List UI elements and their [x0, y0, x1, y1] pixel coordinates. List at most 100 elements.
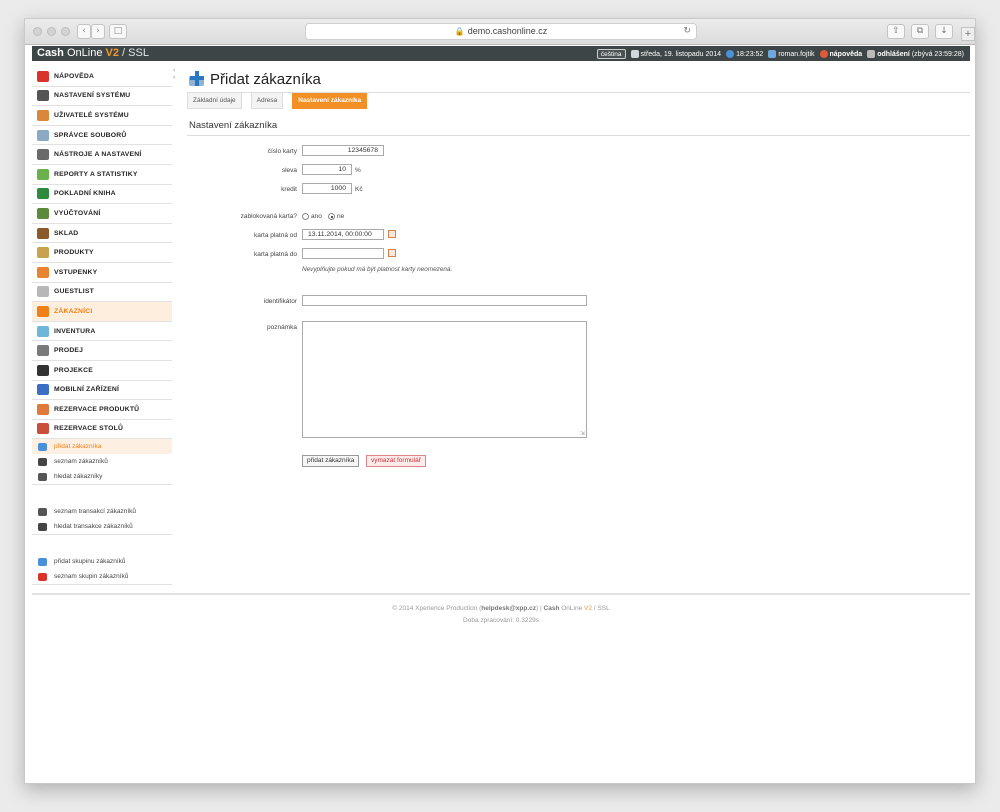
sidebar-item-label: PRODEJ: [54, 347, 84, 355]
tab-bar: Základní údaje Adresa Nastavení zákazník…: [187, 93, 970, 109]
sidebar-item-9[interactable]: PRODUKTY: [32, 243, 172, 263]
valid-from-input[interactable]: 13.11.2014, 00:00:00: [302, 229, 384, 240]
sidebar-item-11[interactable]: GUESTLIST: [32, 283, 172, 303]
sidebar-item-4[interactable]: NÁSTROJE A NASTAVENÍ: [32, 145, 172, 165]
sidebar-item-6[interactable]: POKLADNÍ KNIHA: [32, 185, 172, 205]
sidebar-item-12[interactable]: ZÁKAZNÍCI: [32, 302, 172, 322]
radio-circle: [302, 213, 309, 220]
submenu-item[interactable]: seznam transakcí zákazníků: [32, 504, 172, 519]
language-select[interactable]: čeština: [596, 48, 626, 59]
note-textarea[interactable]: ⇲: [302, 321, 587, 438]
collapse-sidebar-icon[interactable]: ‹ ‹: [173, 67, 175, 81]
main-content: Přidat zákazníka Základní údaje Adresa N…: [187, 67, 970, 476]
tabs-overview-icon[interactable]: ⧉: [911, 24, 929, 39]
footer-processing-time: Doba zpracování: 0.3229s: [463, 617, 539, 624]
download-icon[interactable]: ↓: [935, 24, 953, 39]
submenu-item[interactable]: hledat zákazníky: [32, 469, 172, 484]
sidebar-toggle-icon[interactable]: □: [109, 24, 127, 39]
credit-unit: Kč: [355, 186, 363, 193]
main-menu: NÁPOVĚDA NASTAVENÍ SYSTÉMU UŽIVATELÉ SYSTÉ…: [32, 67, 172, 440]
sidebar-item-2[interactable]: UŽIVATELÉ SYSTÉMU: [32, 106, 172, 126]
sidebar-item-16[interactable]: MOBILNÍ ZAŘÍZENÍ: [32, 381, 172, 401]
credit-input[interactable]: 1000: [302, 183, 352, 194]
submenu-item[interactable]: seznam zákazníků: [32, 454, 172, 469]
resize-grip-icon[interactable]: ⇲: [580, 430, 585, 437]
brand-ssl: SSL: [128, 47, 149, 59]
validity-hint: Nevyplňujte pokud má být platnost karty …: [302, 266, 453, 273]
calendar-icon[interactable]: [388, 249, 396, 257]
sidebar-item-0[interactable]: NÁPOVĚDA: [32, 67, 172, 87]
submenu-item-label: seznam skupin zákazníků: [54, 573, 129, 581]
submenu-item[interactable]: přidat zákazníka: [32, 439, 172, 455]
add-customer-button[interactable]: přidat zákazníka: [302, 455, 360, 467]
tab-basic-info[interactable]: Základní údaje: [187, 93, 242, 109]
credit-label: kredit: [281, 186, 297, 193]
sidebar-item-10[interactable]: VSTUPENKY: [32, 263, 172, 283]
back-button[interactable]: ‹: [77, 24, 91, 39]
forward-button[interactable]: ›: [91, 24, 105, 39]
valid-to-input[interactable]: [302, 248, 384, 259]
tab-customer-settings[interactable]: Nastavení zákazníka: [292, 93, 368, 109]
sidebar-item-3[interactable]: SPRÁVCE SOUBORŮ: [32, 126, 172, 146]
sidebar-item-1[interactable]: NASTAVENÍ SYSTÉMU: [32, 87, 172, 107]
brand-separator: /: [122, 47, 126, 59]
calendar-icon: [630, 49, 639, 58]
user-icon: [768, 49, 777, 58]
submenu-group-transactions: seznam transakcí zákazníků hledat transak…: [32, 504, 172, 534]
menu-icon: [37, 168, 49, 180]
help-link[interactable]: nápověda: [819, 49, 863, 58]
sidebar-item-17[interactable]: REZERVACE PRODUKTŮ: [32, 400, 172, 420]
submenu-item[interactable]: seznam skupin zákazníků: [32, 569, 172, 584]
app-logo[interactable]: Cash OnLine V2 / SSL: [37, 46, 149, 61]
discount-input[interactable]: 10: [302, 164, 352, 175]
sidebar-item-13[interactable]: INVENTURA: [32, 322, 172, 342]
submenu-icon: [38, 457, 47, 466]
footer-brand-v2: V2: [584, 605, 592, 612]
new-tab-button[interactable]: +: [961, 27, 975, 41]
sidebar-item-8[interactable]: SKLAD: [32, 224, 172, 244]
submenu-item[interactable]: přidat skupinu zákazníků: [32, 554, 172, 569]
minimize-window-button[interactable]: [47, 27, 56, 36]
discount-unit: %: [355, 167, 361, 174]
calendar-icon[interactable]: [388, 230, 396, 238]
brand-v2: V2: [105, 47, 119, 59]
sidebar-item-label: PROJEKCE: [54, 366, 93, 374]
menu-icon: [37, 207, 49, 219]
blocked-yes-radio[interactable]: ano: [302, 213, 322, 220]
sidebar-item-label: NASTAVENÍ SYSTÉMU: [54, 92, 131, 100]
sidebar-item-18[interactable]: REZERVACE STOLŮ: [32, 420, 172, 440]
customer-settings-form: číslo karty 12345678 sleva 10 % kredit 1…: [187, 136, 970, 476]
sidebar-item-label: PRODUKTY: [54, 249, 94, 257]
share-icon[interactable]: ⇧: [887, 24, 905, 39]
address-bar[interactable]: 🔒 demo.cashonline.cz ↻: [305, 23, 697, 40]
close-window-button[interactable]: [33, 27, 42, 36]
sidebar-item-14[interactable]: PRODEJ: [32, 341, 172, 361]
sidebar-item-label: VYÚČTOVÁNÍ: [54, 209, 101, 217]
card-number-input[interactable]: 12345678: [302, 145, 384, 156]
url-text: demo.cashonline.cz: [467, 26, 548, 36]
sidebar-item-5[interactable]: REPORTY A STATISTIKY: [32, 165, 172, 185]
menu-icon: [37, 423, 49, 435]
reset-form-button[interactable]: vymazat formulář: [366, 455, 426, 467]
identifier-input[interactable]: [302, 295, 587, 306]
reload-icon[interactable]: ↻: [683, 24, 691, 39]
logout-link[interactable]: odhlášení (zbývá 23:59:28): [867, 49, 964, 58]
tab-address[interactable]: Adresa: [250, 93, 284, 109]
blocked-no-radio[interactable]: ne: [328, 213, 344, 220]
user-display[interactable]: roman.fojtik: [768, 49, 815, 58]
menu-icon: [37, 325, 49, 337]
submenu-group-groups: přidat skupinu zákazníků seznam skupin zá…: [32, 554, 172, 584]
submenu-item[interactable]: hledat transakce zákazníků: [32, 519, 172, 534]
footer-brand-ssl: / SSL: [593, 605, 610, 612]
submenu-icon: [38, 522, 47, 531]
sidebar-item-15[interactable]: PROJEKCE: [32, 361, 172, 381]
footer-email-link[interactable]: helpdesk@xpp.cz: [481, 605, 536, 612]
submenu-item-label: seznam transakcí zákazníků: [54, 508, 137, 516]
zoom-window-button[interactable]: [61, 27, 70, 36]
help-text: nápověda: [829, 50, 863, 58]
time-display: 18:23:52: [726, 49, 764, 58]
footer-brand-online: OnLine: [561, 605, 583, 612]
footer-brand-cash: Cash: [543, 605, 560, 612]
time-text: 18:23:52: [736, 50, 764, 58]
sidebar-item-7[interactable]: VYÚČTOVÁNÍ: [32, 204, 172, 224]
